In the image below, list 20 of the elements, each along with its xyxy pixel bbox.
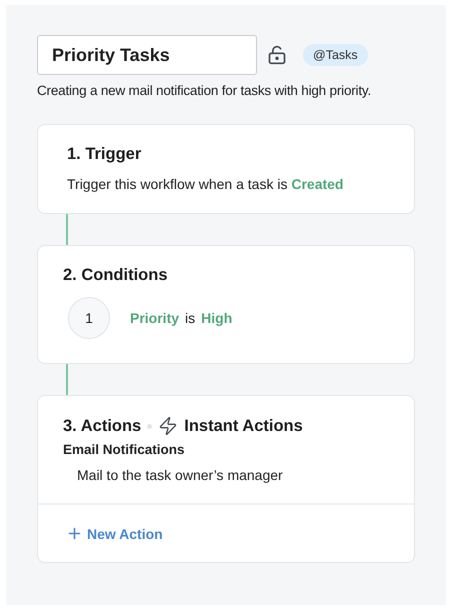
trigger-event[interactable]: Created — [291, 176, 344, 192]
separator-dot — [147, 424, 152, 428]
condition-value[interactable]: High — [201, 310, 232, 326]
action-item[interactable]: Mail to the task owner’s manager — [77, 467, 389, 483]
module-tag: @Tasks — [303, 44, 368, 66]
condition-number: 1 — [68, 297, 110, 339]
plus-icon — [66, 525, 83, 542]
action-group-heading: Email Notifications — [63, 442, 186, 457]
condition-operator: is — [185, 310, 196, 326]
actions-title: 3. Actions — [63, 416, 142, 436]
trigger-title: 1. Trigger — [67, 145, 142, 164]
condition-field[interactable]: Priority — [130, 310, 180, 326]
unlocked-lock-icon[interactable] — [267, 45, 287, 65]
workflow-description: Creating a new mail notification for tasks with high priority. — [37, 83, 372, 98]
new-action-button[interactable]: New Action — [66, 525, 163, 542]
trigger-text: Trigger this workflow when a task is — [67, 176, 288, 192]
lightning-icon — [158, 416, 178, 436]
actions-mode: Instant Actions — [184, 416, 303, 436]
conditions-title: 2. Conditions — [63, 266, 168, 285]
workflow-name-field[interactable]: Priority Tasks — [37, 35, 257, 75]
